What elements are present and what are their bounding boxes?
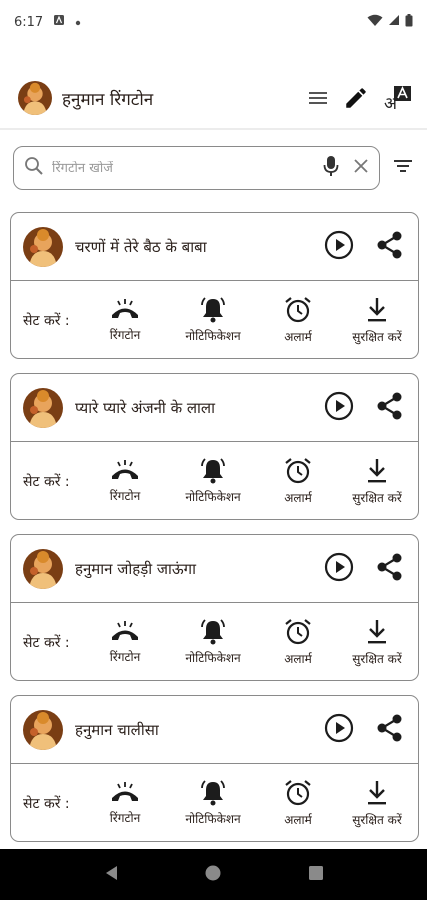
set-alarm-button[interactable]: अलार्म — [268, 457, 328, 506]
set-label: सेट करें : — [23, 473, 70, 490]
set-ringtone-button[interactable]: रिंगटोन — [95, 298, 155, 343]
ringtone-avatar — [23, 387, 63, 428]
notification-label: नोटिफिकेशन — [185, 811, 241, 826]
search-input[interactable] — [52, 160, 323, 176]
svg-text:अ: अ — [384, 94, 398, 112]
save-button[interactable]: सुरक्षित करें — [337, 779, 417, 828]
set-ringtone-button[interactable]: रिंगटोन — [95, 781, 155, 826]
save-label: सुरक्षित करें — [352, 812, 402, 827]
set-ringtone-button[interactable]: रिंगटोन — [95, 620, 155, 665]
alarm-label: अलार्म — [284, 490, 312, 505]
ringtone-label: रिंगटोन — [109, 649, 141, 664]
ringtone-label: रिंगटोन — [109, 327, 141, 342]
share-icon[interactable] — [376, 391, 404, 425]
phone-icon — [112, 620, 138, 640]
edit-icon[interactable] — [343, 85, 369, 111]
alarm-label: अलार्म — [284, 812, 312, 827]
menu-icon[interactable] — [307, 87, 329, 109]
set-alarm-button[interactable]: अलार्म — [268, 296, 328, 345]
filter-icon[interactable] — [392, 155, 414, 181]
clear-icon[interactable] — [353, 158, 369, 178]
back-icon[interactable] — [103, 864, 119, 886]
ringtone-avatar — [23, 548, 63, 589]
play-icon[interactable] — [324, 230, 354, 264]
status-time: 6:17 — [14, 14, 44, 30]
a-icon — [53, 14, 65, 30]
save-label: सुरक्षित करें — [352, 329, 402, 344]
share-icon[interactable] — [376, 552, 404, 586]
page-title: हनुमान रिंगटोन — [62, 89, 154, 110]
translate-icon[interactable]: अ — [383, 84, 413, 112]
set-label: सेट करें : — [23, 634, 70, 651]
bell-icon — [201, 457, 225, 483]
system-nav-bar — [0, 849, 427, 900]
share-icon[interactable] — [376, 230, 404, 264]
set-notification-button[interactable]: नोटिफिकेशन — [163, 296, 263, 344]
ringtone-avatar — [23, 709, 63, 750]
play-icon[interactable] — [324, 552, 354, 586]
set-label: सेट करें : — [23, 795, 70, 812]
ringtone-card: हनुमान चालीसा सेट करें : रिंगटोन नोटिफिक… — [10, 695, 419, 842]
home-icon[interactable] — [204, 864, 222, 886]
bell-icon — [201, 779, 225, 805]
ringtone-title: प्यारे प्यारे अंजनी के लाला — [75, 398, 215, 417]
set-notification-button[interactable]: नोटिफिकेशन — [163, 618, 263, 666]
set-alarm-button[interactable]: अलार्म — [268, 779, 328, 828]
bell-icon — [201, 618, 225, 644]
save-label: सुरक्षित करें — [352, 651, 402, 666]
ringtone-label: रिंगटोन — [109, 488, 141, 503]
alarm-icon — [285, 457, 311, 483]
alarm-icon — [285, 779, 311, 805]
ringtone-title: हनुमान चालीसा — [75, 720, 159, 739]
save-label: सुरक्षित करें — [352, 490, 402, 505]
download-icon — [368, 458, 386, 482]
mic-icon[interactable] — [323, 155, 339, 181]
wifi-icon — [367, 14, 383, 31]
set-alarm-button[interactable]: अलार्म — [268, 618, 328, 667]
play-icon[interactable] — [324, 391, 354, 425]
phone-icon — [112, 298, 138, 318]
play-icon[interactable] — [324, 713, 354, 747]
bell-icon — [201, 296, 225, 322]
phone-icon — [112, 781, 138, 801]
ringtone-card: हनुमान जोहड़ी जाऊंगा सेट करें : रिंगटोन … — [10, 534, 419, 681]
set-notification-button[interactable]: नोटिफिकेशन — [163, 779, 263, 827]
dot-icon — [75, 15, 81, 30]
ringtone-title: हनुमान जोहड़ी जाऊंगा — [75, 559, 197, 578]
ringtone-card: चरणों में तेरे बैठ के बाबा सेट करें : रि… — [10, 212, 419, 359]
signal-icon — [388, 14, 400, 30]
notification-label: नोटिफिकेशन — [185, 650, 241, 665]
recents-icon[interactable] — [308, 865, 324, 885]
search-box — [13, 146, 380, 190]
ringtone-avatar — [23, 226, 63, 267]
phone-icon — [112, 459, 138, 479]
alarm-icon — [285, 296, 311, 322]
app-bar: हनुमान रिंगटोन अ — [0, 68, 427, 128]
search-icon — [24, 156, 44, 180]
download-icon — [368, 780, 386, 804]
search-row — [13, 146, 416, 190]
save-button[interactable]: सुरक्षित करें — [337, 618, 417, 667]
save-button[interactable]: सुरक्षित करें — [337, 457, 417, 506]
share-icon[interactable] — [376, 713, 404, 747]
save-button[interactable]: सुरक्षित करें — [337, 296, 417, 345]
download-icon — [368, 619, 386, 643]
status-bar: 6:17 — [0, 0, 427, 52]
ringtone-label: रिंगटोन — [109, 810, 141, 825]
notification-label: नोटिफिकेशन — [185, 489, 241, 504]
set-notification-button[interactable]: नोटिफिकेशन — [163, 457, 263, 505]
alarm-label: अलार्म — [284, 651, 312, 666]
ringtone-title: चरणों में तेरे बैठ के बाबा — [75, 237, 207, 256]
ringtone-card: प्यारे प्यारे अंजनी के लाला सेट करें : र… — [10, 373, 419, 520]
header-divider — [0, 128, 427, 130]
app-logo — [18, 81, 52, 115]
set-label: सेट करें : — [23, 312, 70, 329]
download-icon — [368, 297, 386, 321]
battery-icon — [405, 13, 413, 31]
set-ringtone-button[interactable]: रिंगटोन — [95, 459, 155, 504]
notification-label: नोटिफिकेशन — [185, 328, 241, 343]
alarm-label: अलार्म — [284, 329, 312, 344]
alarm-icon — [285, 618, 311, 644]
